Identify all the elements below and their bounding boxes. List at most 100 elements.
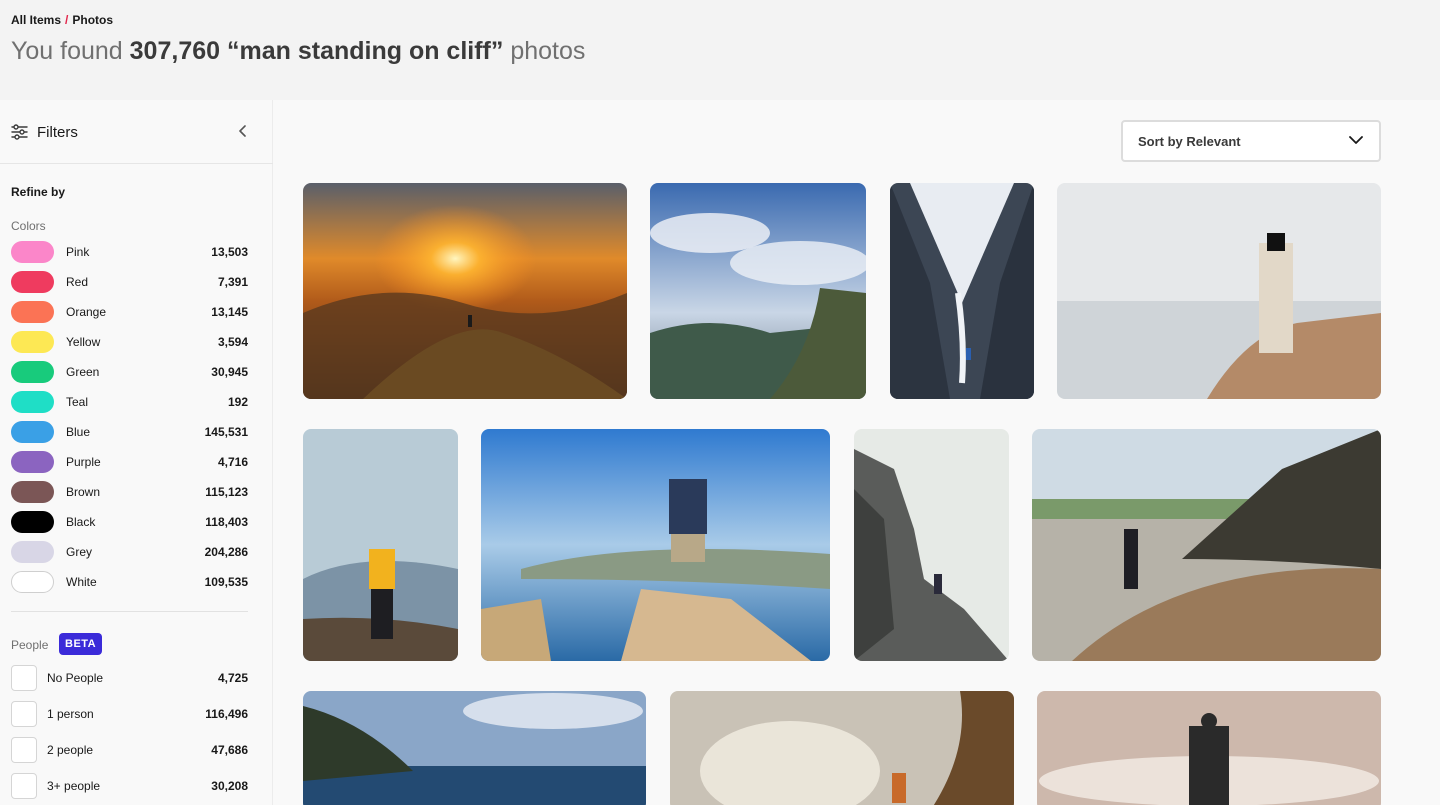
color-swatch — [11, 271, 54, 293]
colors-label: Colors — [11, 219, 46, 233]
beta-badge: BETA — [59, 633, 103, 655]
color-name: Black — [66, 515, 96, 529]
checkbox[interactable] — [11, 701, 37, 727]
breadcrumb-all-items[interactable]: All Items — [11, 13, 61, 27]
color-count: 13,503 — [211, 245, 248, 259]
color-name: Purple — [66, 455, 101, 469]
photo-coastline — [303, 691, 646, 805]
photo-card[interactable] — [303, 691, 646, 805]
chevron-down-icon — [1349, 136, 1363, 144]
color-swatch — [11, 541, 54, 563]
checkbox[interactable] — [11, 773, 37, 799]
photo-card[interactable] — [890, 183, 1034, 399]
checkbox[interactable] — [11, 737, 37, 763]
color-filter-pink[interactable]: Pink 13,503 — [11, 241, 248, 263]
color-count: 7,391 — [217, 275, 248, 289]
photo-card[interactable] — [481, 429, 830, 661]
color-swatch — [11, 331, 54, 353]
color-count: 109,535 — [204, 575, 248, 589]
color-filter-orange[interactable]: Orange 13,145 — [11, 301, 248, 323]
color-swatch — [11, 451, 54, 473]
people-filter-row[interactable]: 3+ people 30,208 — [11, 773, 248, 799]
page-header: All Items / Photos You found 307,760 “man … — [0, 0, 1440, 100]
photo-rocky-beach — [1032, 429, 1381, 661]
people-option-count: 116,496 — [205, 707, 248, 721]
color-swatch — [11, 481, 54, 503]
color-swatch — [11, 421, 54, 443]
chevron-left-icon[interactable] — [236, 124, 248, 138]
color-name: Red — [66, 275, 89, 289]
photo-sunset-ridge — [303, 183, 627, 399]
color-swatch — [11, 241, 54, 263]
color-count: 30,945 — [211, 365, 248, 379]
photo-card[interactable] — [1057, 183, 1381, 399]
filters-sidebar: Filters Refine by Colors Pink 13,503 Red 7,… — [0, 100, 273, 805]
color-swatch — [11, 511, 54, 533]
breadcrumb-separator: / — [65, 13, 69, 27]
photo-card[interactable] — [854, 429, 1009, 661]
photo-yellow-jacket — [303, 429, 458, 661]
people-filter-row[interactable]: 2 people 47,686 — [11, 737, 248, 763]
photo-card[interactable] — [303, 183, 627, 399]
color-filter-purple[interactable]: Purple 4,716 — [11, 451, 248, 473]
sliders-icon — [11, 124, 28, 140]
photo-snow-valley — [890, 183, 1034, 399]
photo-sunrise-cliff — [670, 691, 1014, 805]
photo-cloudy-cliff — [650, 183, 866, 399]
people-filter-row[interactable]: 1 person 116,496 — [11, 701, 248, 727]
checkbox[interactable] — [11, 665, 37, 691]
title-prefix: You found — [11, 37, 123, 65]
color-count: 4,716 — [217, 455, 248, 469]
breadcrumb: All Items / Photos — [11, 13, 113, 27]
color-count: 115,123 — [205, 485, 248, 499]
color-name: Orange — [66, 305, 107, 319]
refine-by-label: Refine by — [11, 185, 66, 199]
color-filter-white[interactable]: White 109,535 — [11, 571, 248, 593]
photo-card[interactable] — [1032, 429, 1381, 661]
people-option-label: 2 people — [47, 743, 94, 757]
color-name: Blue — [66, 425, 91, 439]
color-name: Green — [66, 365, 100, 379]
filters-header: Filters — [0, 100, 273, 164]
color-filter-blue[interactable]: Blue 145,531 — [11, 421, 248, 443]
divider — [11, 611, 248, 612]
photo-card[interactable] — [303, 429, 458, 661]
people-option-count: 4,725 — [217, 671, 248, 685]
result-count: 307,760 — [129, 37, 221, 65]
color-filter-green[interactable]: Green 30,945 — [11, 361, 248, 383]
search-query: “man standing on cliff” — [226, 37, 504, 65]
people-option-label: No People — [47, 671, 104, 685]
people-label: People — [11, 638, 49, 652]
breadcrumb-current: Photos — [72, 13, 114, 27]
people-option-label: 3+ people — [47, 779, 101, 793]
photo-card[interactable] — [670, 691, 1014, 805]
color-filter-grey[interactable]: Grey 204,286 — [11, 541, 248, 563]
page-title: You found 307,760 “man standing on cliff… — [11, 37, 585, 66]
photo-card[interactable] — [1037, 691, 1381, 805]
color-filter-teal[interactable]: Teal 192 — [11, 391, 248, 413]
photo-arms-raised — [481, 429, 830, 661]
photo-card[interactable] — [650, 183, 866, 399]
people-filter-row[interactable]: No People 4,725 — [11, 665, 248, 691]
color-count: 192 — [227, 395, 248, 409]
people-option-label: 1 person — [47, 707, 94, 721]
photo-woman-seaside — [1057, 183, 1381, 399]
sort-label: Sort by Relevant — [1138, 134, 1241, 149]
color-name: Pink — [66, 245, 90, 259]
color-name: Grey — [66, 545, 93, 559]
color-filter-red[interactable]: Red 7,391 — [11, 271, 248, 293]
color-swatch — [11, 301, 54, 323]
color-count: 13,145 — [211, 305, 248, 319]
color-filter-brown[interactable]: Brown 115,123 — [11, 481, 248, 503]
photo-foggy-climb — [854, 429, 1009, 661]
color-swatch — [11, 571, 54, 593]
people-option-count: 30,208 — [211, 779, 248, 793]
color-name: Teal — [66, 395, 89, 409]
photo-backpack-sea — [1037, 691, 1381, 805]
color-filter-black[interactable]: Black 118,403 — [11, 511, 248, 533]
sort-dropdown[interactable]: Sort by Relevant — [1121, 120, 1381, 162]
people-option-count: 47,686 — [211, 743, 248, 757]
color-swatch — [11, 391, 54, 413]
color-count: 3,594 — [217, 335, 248, 349]
color-filter-yellow[interactable]: Yellow 3,594 — [11, 331, 248, 353]
